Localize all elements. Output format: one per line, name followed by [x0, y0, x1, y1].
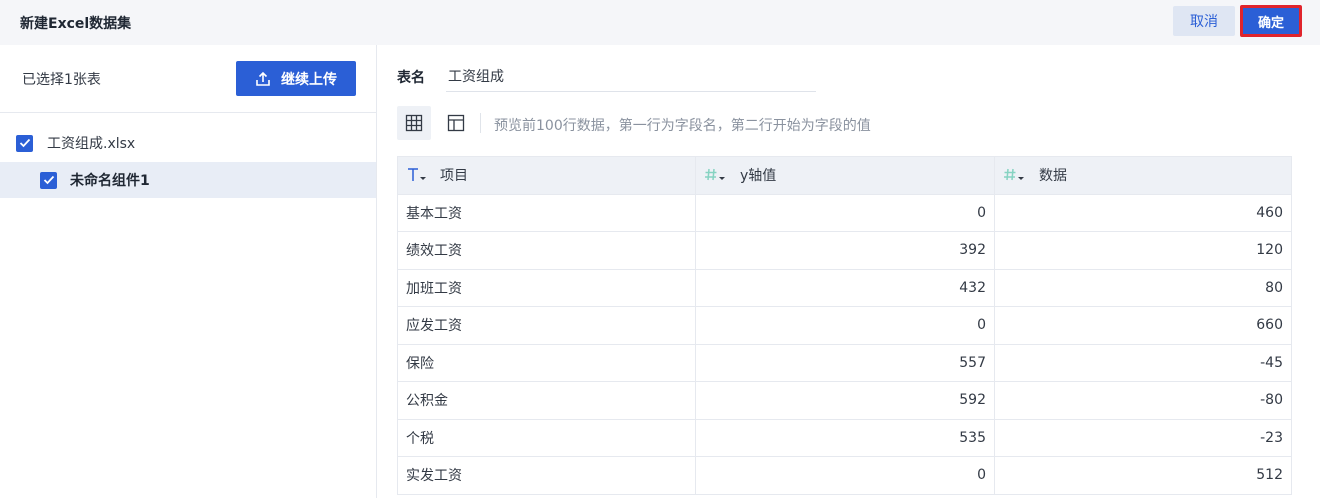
table-cell: 保险: [397, 343, 696, 382]
table-cell: 实发工资: [397, 456, 696, 495]
dialog-header: 新建Excel数据集 取消 确定: [0, 0, 1320, 45]
table-row: 加班工资 432 80: [397, 268, 1292, 307]
table-name-label: 表名: [397, 70, 425, 86]
layout-icon: [447, 114, 465, 132]
column-header-item[interactable]: 项目: [397, 156, 696, 195]
data-preview-table: 项目 y轴值 数据 基本工资 0 460 绩效工资 392 120 加班工资 4…: [397, 156, 1292, 495]
table-row: 绩效工资 392 120: [397, 231, 1292, 270]
cancel-button[interactable]: 取消: [1173, 6, 1235, 36]
upload-icon: [256, 71, 270, 86]
table-cell: 公积金: [397, 381, 696, 420]
selected-count-text: 已选择1张表: [22, 72, 101, 88]
column-header-data[interactable]: 数据: [994, 156, 1292, 195]
table-cell: 基本工资: [397, 193, 696, 232]
column-header-label: 数据: [1039, 168, 1067, 185]
table-row: 保险 557 -45: [397, 343, 1292, 382]
table-cell: 592: [695, 381, 995, 420]
table-cell: -45: [994, 343, 1292, 382]
confirm-button[interactable]: 确定: [1240, 5, 1302, 37]
table-cell: 0: [695, 306, 995, 345]
grid-view-button[interactable]: [397, 106, 431, 140]
text-type-icon[interactable]: [406, 167, 428, 183]
file-tree-item[interactable]: 工资组成.xlsx: [0, 125, 376, 161]
file-checkbox[interactable]: [16, 134, 33, 152]
table-cell: 660: [994, 306, 1292, 345]
divider: [0, 112, 377, 113]
sheet-checkbox[interactable]: [40, 171, 57, 189]
number-type-icon[interactable]: [1003, 167, 1027, 183]
sheet-name: 未命名组件1: [70, 173, 150, 189]
table-row: 应发工资 0 660: [397, 306, 1292, 345]
checkmark-icon: [19, 138, 30, 148]
grid-icon: [405, 114, 423, 132]
upload-label: 继续上传: [281, 71, 337, 88]
table-cell: 加班工资: [397, 268, 696, 307]
table-row: 个税 535 -23: [397, 418, 1292, 457]
table-cell: 512: [994, 456, 1292, 495]
table-cell: 0: [695, 193, 995, 232]
table-cell: -80: [994, 381, 1292, 420]
column-header-label: y轴值: [740, 168, 777, 185]
table-cell: 80: [994, 268, 1292, 307]
table-row: 基本工资 0 460: [397, 193, 1292, 232]
table-cell: 绩效工资: [397, 231, 696, 270]
table-cell: 120: [994, 231, 1292, 270]
table-header-row: 项目 y轴值 数据: [397, 156, 1292, 195]
number-type-icon[interactable]: [704, 167, 728, 183]
table-cell: 432: [695, 268, 995, 307]
table-cell: 392: [695, 231, 995, 270]
table-row: 实发工资 0 512: [397, 456, 1292, 495]
column-header-y-value[interactable]: y轴值: [695, 156, 995, 195]
table-row: 公积金 592 -80: [397, 381, 1292, 420]
continue-upload-button[interactable]: 继续上传: [236, 61, 356, 96]
layout-view-button[interactable]: [439, 106, 473, 140]
file-name: 工资组成.xlsx: [47, 136, 136, 152]
table-cell: -23: [994, 418, 1292, 457]
table-cell: 557: [695, 343, 995, 382]
table-cell: 应发工资: [397, 306, 696, 345]
table-cell: 535: [695, 418, 995, 457]
file-panel: 已选择1张表 继续上传 工资组成.xlsx 未命名组件1: [0, 45, 377, 498]
dialog-title: 新建Excel数据集: [20, 16, 132, 32]
sheet-tree-item[interactable]: 未命名组件1: [0, 162, 376, 198]
table-cell: 460: [994, 193, 1292, 232]
table-cell: 个税: [397, 418, 696, 457]
preview-panel: 表名 预览前100行数据，第一行为字段名，第二行开始为字段的值: [378, 45, 1320, 498]
preview-hint: 预览前100行数据，第一行为字段名，第二行开始为字段的值: [494, 118, 871, 134]
divider: [480, 113, 481, 133]
column-header-label: 项目: [440, 168, 468, 185]
table-cell: 0: [695, 456, 995, 495]
table-name-input[interactable]: [446, 60, 816, 92]
checkmark-icon: [43, 175, 54, 185]
